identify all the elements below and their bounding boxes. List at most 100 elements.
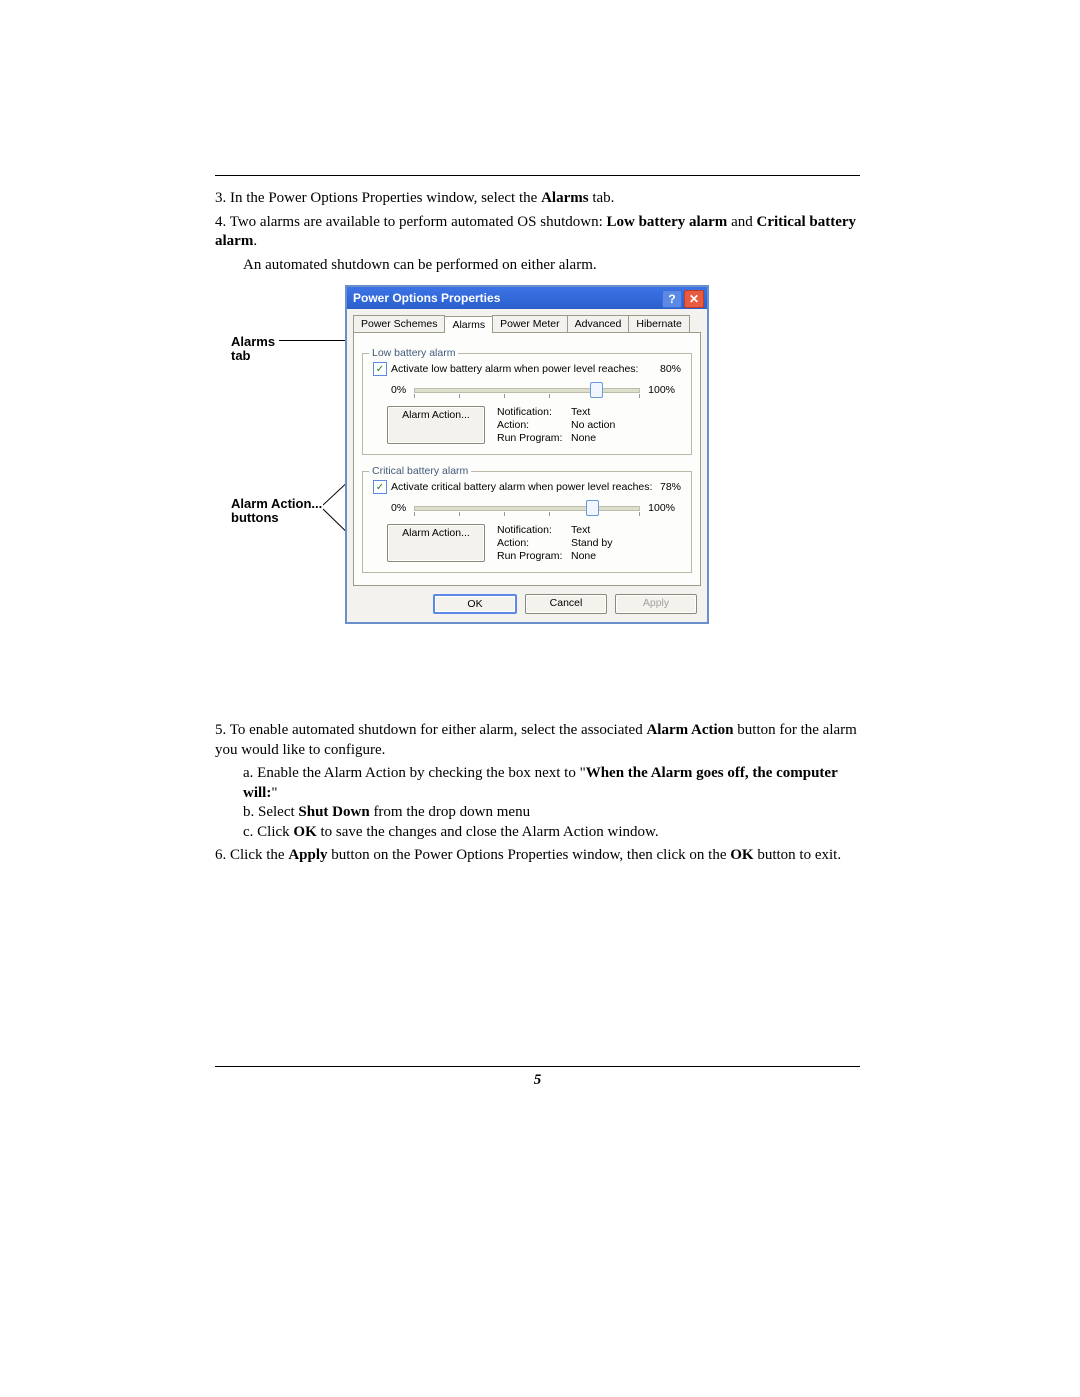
tab-advanced[interactable]: Advanced bbox=[567, 315, 630, 332]
low-info: Notification: Text Action: No action Run… bbox=[497, 406, 641, 444]
callout-alarm-action: Alarm Action... buttons bbox=[231, 497, 322, 525]
text: to save the changes and close the Alarm … bbox=[317, 824, 659, 840]
document-page: 3. In the Power Options Properties windo… bbox=[0, 0, 1080, 1397]
slider-track bbox=[414, 388, 640, 393]
tab-power-meter[interactable]: Power Meter bbox=[492, 315, 568, 332]
step-4-cont: An automated shutdown can be performed o… bbox=[243, 256, 860, 276]
text: button to exit. bbox=[754, 847, 842, 863]
close-button[interactable]: ✕ bbox=[684, 290, 704, 308]
text: 6. Click the bbox=[215, 847, 288, 863]
text: 3. In the Power Options Properties windo… bbox=[215, 190, 541, 206]
text: tab. bbox=[589, 190, 615, 206]
low-action-row: Alarm Action... Notification: Text Actio… bbox=[387, 406, 681, 444]
step-4: 4. Two alarms are available to perform a… bbox=[215, 213, 860, 252]
body-text: 3. In the Power Options Properties windo… bbox=[215, 185, 860, 870]
tab-power-schemes[interactable]: Power Schemes bbox=[353, 315, 445, 332]
crit-slider-row: 0% 100% bbox=[391, 500, 675, 516]
titlebar[interactable]: Power Options Properties ? ✕ bbox=[347, 287, 707, 309]
tab-strip: Power Schemes Alarms Power Meter Advance… bbox=[347, 309, 707, 332]
text: 4. Two alarms are available to perform a… bbox=[215, 214, 607, 230]
figure: Alarms tab Alarm Action... buttons Power… bbox=[215, 285, 860, 705]
notif-val: Text bbox=[571, 524, 641, 536]
crit-percent-value: 78% bbox=[660, 481, 681, 493]
dialog-footer: OK Cancel Apply bbox=[347, 586, 707, 622]
cancel-button[interactable]: Cancel bbox=[525, 594, 607, 614]
titlebar-buttons: ? ✕ bbox=[660, 290, 704, 308]
callout-line1: Alarm Action... bbox=[231, 496, 322, 511]
crit-activate-label: Activate critical battery alarm when pow… bbox=[391, 481, 652, 493]
slider-max: 100% bbox=[648, 384, 675, 396]
notif-key: Notification: bbox=[497, 524, 571, 536]
slider-track bbox=[414, 506, 640, 511]
footer-rule bbox=[215, 1066, 860, 1067]
run-val: None bbox=[571, 432, 641, 444]
slider-min: 0% bbox=[391, 502, 406, 514]
crit-action-row: Alarm Action... Notification: Text Actio… bbox=[387, 524, 681, 562]
step-5a: a. Enable the Alarm Action by checking t… bbox=[243, 764, 860, 803]
power-options-dialog: Power Options Properties ? ✕ Power Schem… bbox=[345, 285, 709, 624]
crit-info: Notification: Text Action: Stand by Run … bbox=[497, 524, 641, 562]
slider-max: 100% bbox=[648, 502, 675, 514]
action-key: Action: bbox=[497, 537, 571, 549]
action-val: No action bbox=[571, 419, 641, 431]
text-bold: Shut Down bbox=[298, 804, 369, 820]
alarms-tab-pane: Low battery alarm ✓ Activate low battery… bbox=[353, 332, 701, 586]
crit-activate-row: ✓ Activate critical battery alarm when p… bbox=[373, 480, 681, 494]
window-title: Power Options Properties bbox=[353, 291, 500, 305]
text: button on the Power Options Properties w… bbox=[328, 847, 731, 863]
low-slider[interactable] bbox=[414, 382, 640, 398]
text-bold: Apply bbox=[288, 847, 327, 863]
low-alarm-action-button[interactable]: Alarm Action... bbox=[387, 406, 485, 444]
text-bold: OK bbox=[730, 847, 753, 863]
ok-button[interactable]: OK bbox=[433, 594, 517, 614]
critical-battery-legend: Critical battery alarm bbox=[369, 465, 471, 477]
notif-key: Notification: bbox=[497, 406, 571, 418]
slider-thumb[interactable] bbox=[586, 500, 599, 516]
callout-line1: Alarms bbox=[231, 334, 275, 349]
tab-hibernate[interactable]: Hibernate bbox=[628, 315, 690, 332]
low-activate-label: Activate low battery alarm when power le… bbox=[391, 363, 638, 375]
crit-alarm-action-button[interactable]: Alarm Action... bbox=[387, 524, 485, 562]
low-battery-group: Low battery alarm ✓ Activate low battery… bbox=[362, 353, 692, 455]
text: and bbox=[727, 214, 756, 230]
notif-val: Text bbox=[571, 406, 641, 418]
text-bold: Low battery alarm bbox=[607, 214, 728, 230]
crit-slider[interactable] bbox=[414, 500, 640, 516]
tab-alarms[interactable]: Alarms bbox=[444, 316, 493, 333]
slider-thumb[interactable] bbox=[590, 382, 603, 398]
action-val: Stand by bbox=[571, 537, 641, 549]
text-bold: OK bbox=[293, 824, 316, 840]
low-battery-legend: Low battery alarm bbox=[369, 347, 458, 359]
low-percent-value: 80% bbox=[660, 363, 681, 375]
text-bold: Alarm Action bbox=[646, 722, 733, 738]
step-3: 3. In the Power Options Properties windo… bbox=[215, 189, 860, 209]
text: a. Enable the Alarm Action by checking t… bbox=[243, 765, 586, 781]
text: c. Click bbox=[243, 824, 293, 840]
callout-alarms-tab: Alarms tab bbox=[231, 335, 275, 363]
step-6: 6. Click the Apply button on the Power O… bbox=[215, 846, 860, 866]
step-5b: b. Select Shut Down from the drop down m… bbox=[243, 803, 860, 823]
text: " bbox=[271, 785, 277, 801]
text: An automated shutdown can be performed o… bbox=[243, 257, 597, 273]
low-activate-checkbox[interactable]: ✓ bbox=[373, 362, 387, 376]
crit-activate-checkbox[interactable]: ✓ bbox=[373, 480, 387, 494]
run-key: Run Program: bbox=[497, 550, 571, 562]
run-key: Run Program: bbox=[497, 432, 571, 444]
slider-min: 0% bbox=[391, 384, 406, 396]
slider-ticks bbox=[414, 512, 640, 518]
step-5: 5. To enable automated shutdown for eith… bbox=[215, 721, 860, 760]
callout-line2: tab bbox=[231, 348, 251, 363]
callout-line2: buttons bbox=[231, 510, 279, 525]
apply-button[interactable]: Apply bbox=[615, 594, 697, 614]
critical-battery-group: Critical battery alarm ✓ Activate critic… bbox=[362, 471, 692, 573]
action-key: Action: bbox=[497, 419, 571, 431]
run-val: None bbox=[571, 550, 641, 562]
slider-ticks bbox=[414, 394, 640, 400]
text: b. Select bbox=[243, 804, 298, 820]
text: from the drop down menu bbox=[370, 804, 530, 820]
help-button[interactable]: ? bbox=[662, 290, 682, 308]
low-slider-row: 0% 100% bbox=[391, 382, 675, 398]
text: . bbox=[253, 233, 257, 249]
low-activate-row: ✓ Activate low battery alarm when power … bbox=[373, 362, 681, 376]
page-number: 5 bbox=[215, 1072, 860, 1089]
